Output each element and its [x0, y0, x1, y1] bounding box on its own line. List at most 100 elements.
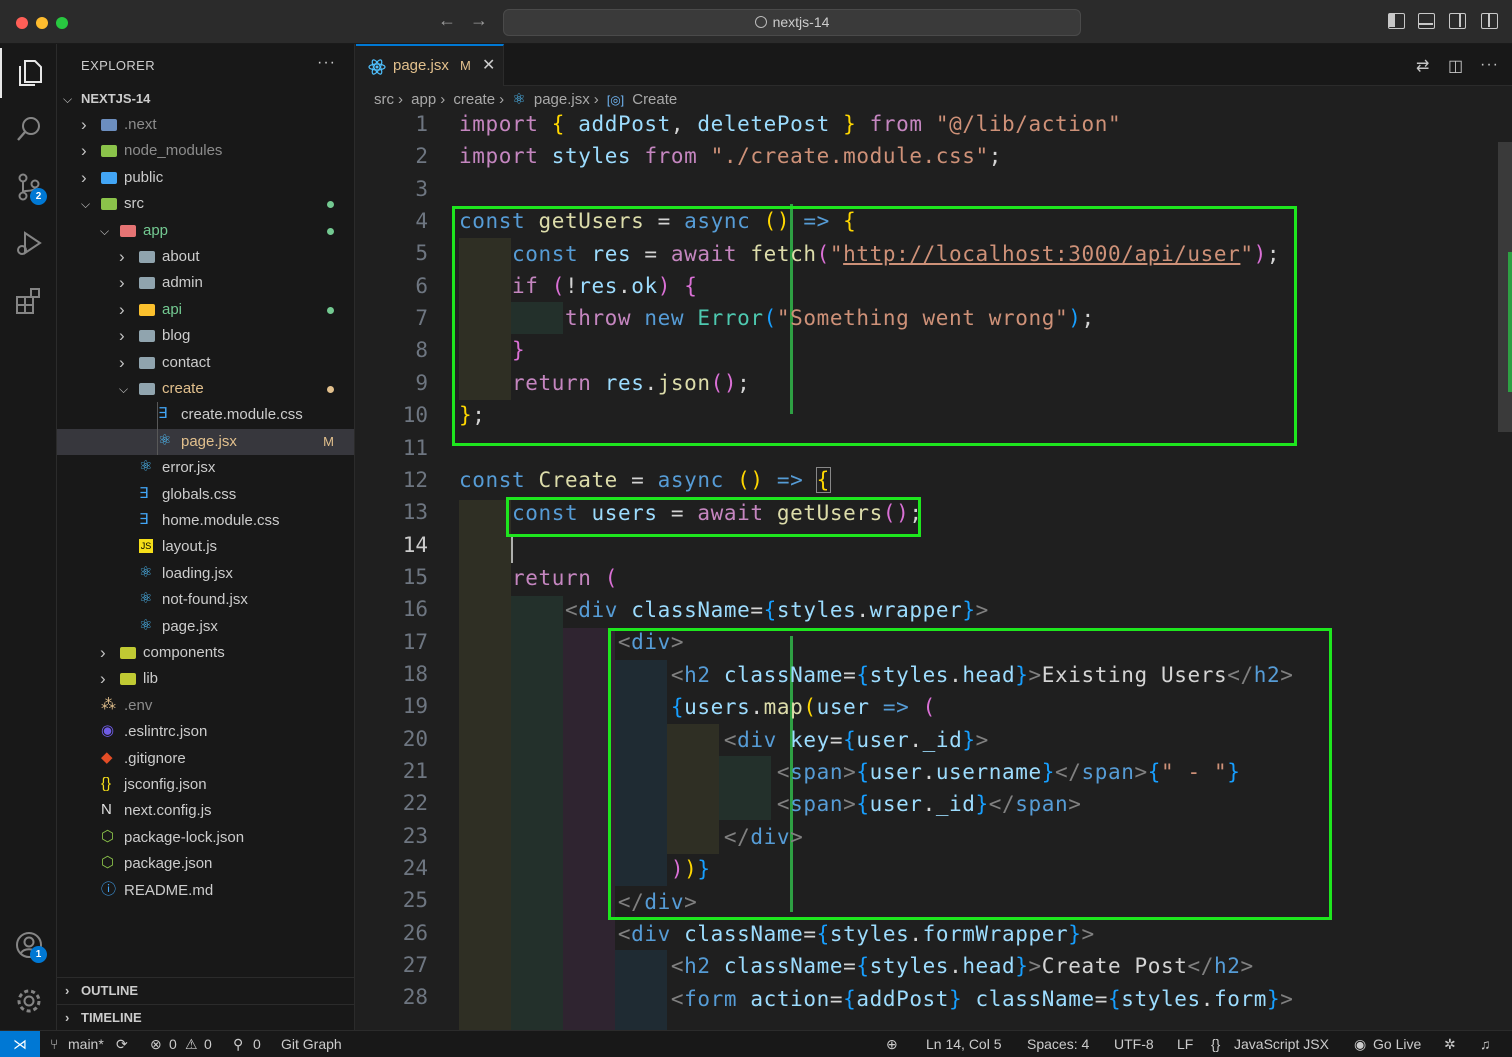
- tree-item[interactable]: ⌵ create: [57, 376, 354, 402]
- tab-label: page.jsx: [393, 57, 449, 74]
- tree-item[interactable]: ∃ create.module.css: [57, 402, 354, 428]
- close-icon[interactable]: ✕: [482, 46, 495, 86]
- command-center-search[interactable]: nextjs-14: [503, 9, 1081, 36]
- line-number: 12: [402, 467, 428, 492]
- broadcast-icon: ◉: [1354, 1036, 1367, 1052]
- search-icon[interactable]: [0, 104, 57, 154]
- extensions-icon[interactable]: [0, 276, 57, 326]
- ports-count[interactable]: 0: [253, 1031, 261, 1057]
- warning-count[interactable]: 0: [204, 1031, 212, 1057]
- timeline-section[interactable]: › TIMELINE: [57, 1004, 354, 1030]
- copilot-icon[interactable]: ✲: [1444, 1031, 1456, 1057]
- go-live-button[interactable]: Go Live: [1373, 1031, 1421, 1057]
- tree-item[interactable]: › api: [57, 297, 354, 323]
- outline-section[interactable]: › OUTLINE: [57, 977, 354, 1003]
- language-mode[interactable]: JavaScript JSX: [1234, 1031, 1329, 1057]
- workspace-root[interactable]: ⌵ NEXTJS-14: [57, 86, 354, 112]
- tree-item[interactable]: › node_modules: [57, 138, 354, 164]
- tree-item-label: components: [143, 644, 225, 661]
- tab-page-jsx[interactable]: page.jsx M ✕: [356, 44, 504, 86]
- chevron-right-icon: ›: [119, 299, 125, 319]
- info-file-icon: ⓘ: [101, 880, 117, 898]
- cursor-position[interactable]: Ln 14, Col 5: [926, 1031, 1002, 1057]
- tree-item[interactable]: › lib: [57, 666, 354, 692]
- tree-item[interactable]: ⓘ README.md: [57, 878, 354, 904]
- tree-item[interactable]: › about: [57, 244, 354, 270]
- tree-item[interactable]: ⬡ package-lock.json: [57, 825, 354, 851]
- forward-arrow-icon[interactable]: →: [470, 10, 488, 31]
- breadcrumb-item[interactable]: create: [453, 91, 495, 108]
- tree-item[interactable]: › public: [57, 165, 354, 191]
- branch-name[interactable]: main*: [68, 1031, 104, 1057]
- close-window-button[interactable]: [16, 17, 28, 29]
- indentation[interactable]: Spaces: 4: [1027, 1031, 1089, 1057]
- line-number: 27: [402, 953, 428, 978]
- tree-item[interactable]: › blog: [57, 323, 354, 349]
- tree-item[interactable]: Nnext.config.js: [57, 798, 354, 824]
- workspace-root-label: NEXTJS-14: [81, 91, 151, 106]
- more-actions-icon[interactable]: ···: [1480, 56, 1499, 74]
- tree-item[interactable]: ⁂ .env: [57, 693, 354, 719]
- settings-gear-icon[interactable]: [0, 976, 57, 1026]
- encoding[interactable]: UTF-8: [1114, 1031, 1154, 1057]
- tree-item[interactable]: JS layout.js: [57, 534, 354, 560]
- customize-layout-icon[interactable]: [1481, 13, 1498, 29]
- line-number: 23: [402, 823, 428, 848]
- tree-item[interactable]: ⌵ app: [57, 218, 354, 244]
- back-arrow-icon[interactable]: ←: [438, 10, 456, 31]
- notifications-bell-icon[interactable]: ♫: [1480, 1031, 1491, 1057]
- toggle-panel-icon[interactable]: [1418, 13, 1435, 29]
- breadcrumb-item[interactable]: src: [374, 91, 394, 108]
- chevron-right-icon: ›: [81, 141, 87, 161]
- tree-item[interactable]: › contact: [57, 350, 354, 376]
- end-of-line[interactable]: LF: [1177, 1031, 1193, 1057]
- tree-item[interactable]: ⚛ loading.jsx: [57, 561, 354, 587]
- line-number: 22: [402, 791, 428, 816]
- tree-item-label: package.json: [124, 855, 213, 873]
- line-number: 26: [402, 920, 428, 945]
- tree-item[interactable]: ◆ .gitignore: [57, 746, 354, 772]
- tree-item[interactable]: ◉ .eslintrc.json: [57, 719, 354, 745]
- tree-item-label: loading.jsx: [162, 564, 233, 582]
- tree-item[interactable]: ∃ home.module.css: [57, 508, 354, 534]
- maximize-window-button[interactable]: [56, 17, 68, 29]
- tree-item[interactable]: ⚛ not-found.jsx: [57, 587, 354, 613]
- folder-icon: [139, 303, 155, 316]
- sync-icon[interactable]: ⟳: [116, 1031, 128, 1057]
- tree-item[interactable]: › components: [57, 640, 354, 666]
- source-control-icon[interactable]: 2: [0, 162, 57, 212]
- breadcrumb-item[interactable]: page.jsx: [534, 91, 590, 108]
- minimize-window-button[interactable]: [36, 17, 48, 29]
- explorer-icon[interactable]: [0, 48, 57, 98]
- tree-item[interactable]: ⚛ page.jsx: [57, 614, 354, 640]
- compare-changes-icon[interactable]: ⇄: [1416, 56, 1429, 76]
- tree-item[interactable]: {} jsconfig.json: [57, 772, 354, 798]
- tree-item[interactable]: ⌵ src: [57, 191, 354, 217]
- git-graph-button[interactable]: Git Graph: [281, 1031, 342, 1057]
- tree-item[interactable]: ⬡ package.json: [57, 851, 354, 877]
- code-line-16: <div className={styles.wrapper}>: [564, 598, 989, 622]
- toggle-primary-sidebar-icon[interactable]: [1388, 13, 1405, 29]
- tree-item[interactable]: ⚛ error.jsx: [57, 455, 354, 481]
- line-number: 3: [415, 176, 428, 201]
- run-and-debug-icon[interactable]: [0, 218, 57, 268]
- chevron-right-icon: ›: [119, 326, 125, 346]
- tree-item-label: create: [162, 380, 204, 397]
- zoom-icon[interactable]: ⊕: [886, 1031, 898, 1057]
- tree-item[interactable]: ⚛ page.jsx M: [57, 428, 354, 455]
- toggle-secondary-sidebar-icon[interactable]: [1449, 13, 1466, 29]
- tree-item-label: api: [162, 300, 183, 318]
- tree-item[interactable]: › .next: [57, 112, 354, 138]
- remote-indicator-icon[interactable]: ⋊: [0, 1031, 40, 1057]
- code-editor[interactable]: 1 2 3 4 5 6 7 8 9 10 11 12 13 14 15 16 17 18 19 20 21 22 23 24 2…: [356, 112, 1512, 1030]
- error-count[interactable]: 0: [169, 1031, 177, 1057]
- accounts-icon[interactable]: 1: [0, 920, 57, 970]
- more-actions-icon[interactable]: ···: [317, 54, 336, 72]
- breadcrumb-item[interactable]: Create: [632, 91, 677, 108]
- tree-item[interactable]: › admin: [57, 270, 354, 296]
- tree-item[interactable]: ∃ globals.css: [57, 482, 354, 508]
- accounts-badge: 1: [30, 946, 47, 963]
- split-editor-icon[interactable]: ◫: [1448, 56, 1463, 76]
- react-file-icon: [368, 59, 386, 75]
- breadcrumb-item[interactable]: app: [411, 91, 436, 108]
